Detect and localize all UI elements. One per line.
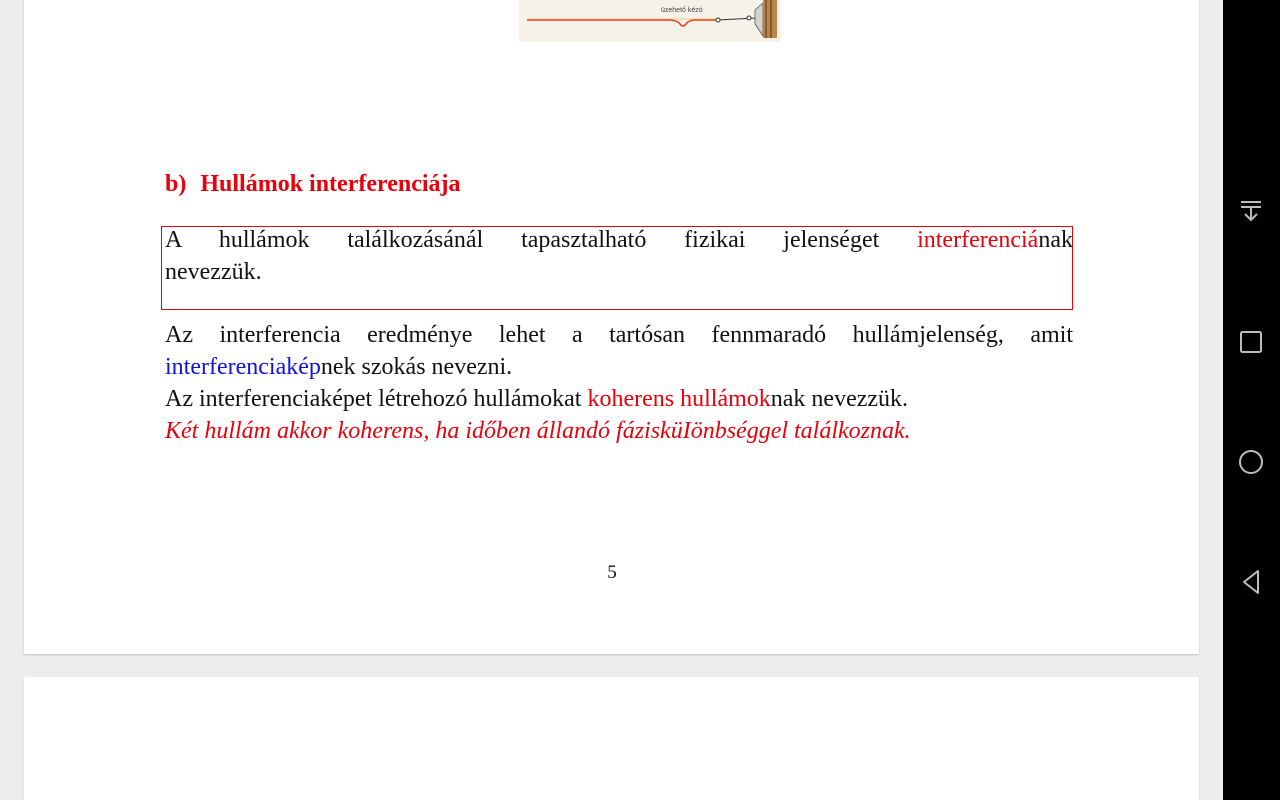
coherence-definition: Két hullám akkor koherens, ha időben áll… [165,418,911,444]
section-heading: b) Hullámok interferenciája [165,171,461,198]
paragraph-line-3: Az interferenciaképet létrehozó hullámok… [165,383,1073,415]
pdf-page: üzehető kézó b) Hullámok interferenciája … [24,0,1199,654]
next-pdf-page [24,677,1199,800]
pdf-viewer[interactable]: üzehető kézó b) Hullámok interferenciája … [0,0,1223,800]
paragraph-line-3-prefix: Az interferenciaképet létrehozó hullámok… [165,386,588,412]
paragraph-line-2: interferenciaképnek szokás nevezni. [165,351,1073,383]
paragraph-line-1: Az interferencia eredménye lehet a tartó… [165,322,1073,348]
page-number: 5 [607,562,617,583]
notification-collapse-icon[interactable] [1236,196,1266,226]
paragraph-line-3-suffix: nak nevezzük. [770,386,909,412]
definition-suffix: nak [1038,227,1073,253]
definition-line-2: nevezzük. [165,259,262,285]
system-navigation-bar [1223,0,1280,800]
term-koherens-hullamok: koherens hullámok [587,386,771,412]
section-heading-number: b) [165,171,187,197]
recent-apps-icon[interactable] [1236,327,1266,357]
definition-text: A hullámok találkozásánál tapasztalható … [165,227,918,253]
section-heading-title: Hullámok interferenciája [200,171,461,197]
definition-line-1: A hullámok találkozásánál tapasztalható … [165,224,1073,256]
svg-text:üzehető kézó: üzehető kézó [661,7,703,14]
wave-figure-crop: üzehető kézó [519,0,781,42]
term-interferenciakep: interferenciakép [165,354,321,380]
back-icon[interactable] [1236,567,1266,597]
term-interferencia: interferenciá [917,227,1039,253]
paragraph-line-2-suffix: nek szokás nevezni. [320,354,513,380]
wave-diagram-image: üzehető kézó [527,0,777,38]
home-icon[interactable] [1236,447,1266,477]
